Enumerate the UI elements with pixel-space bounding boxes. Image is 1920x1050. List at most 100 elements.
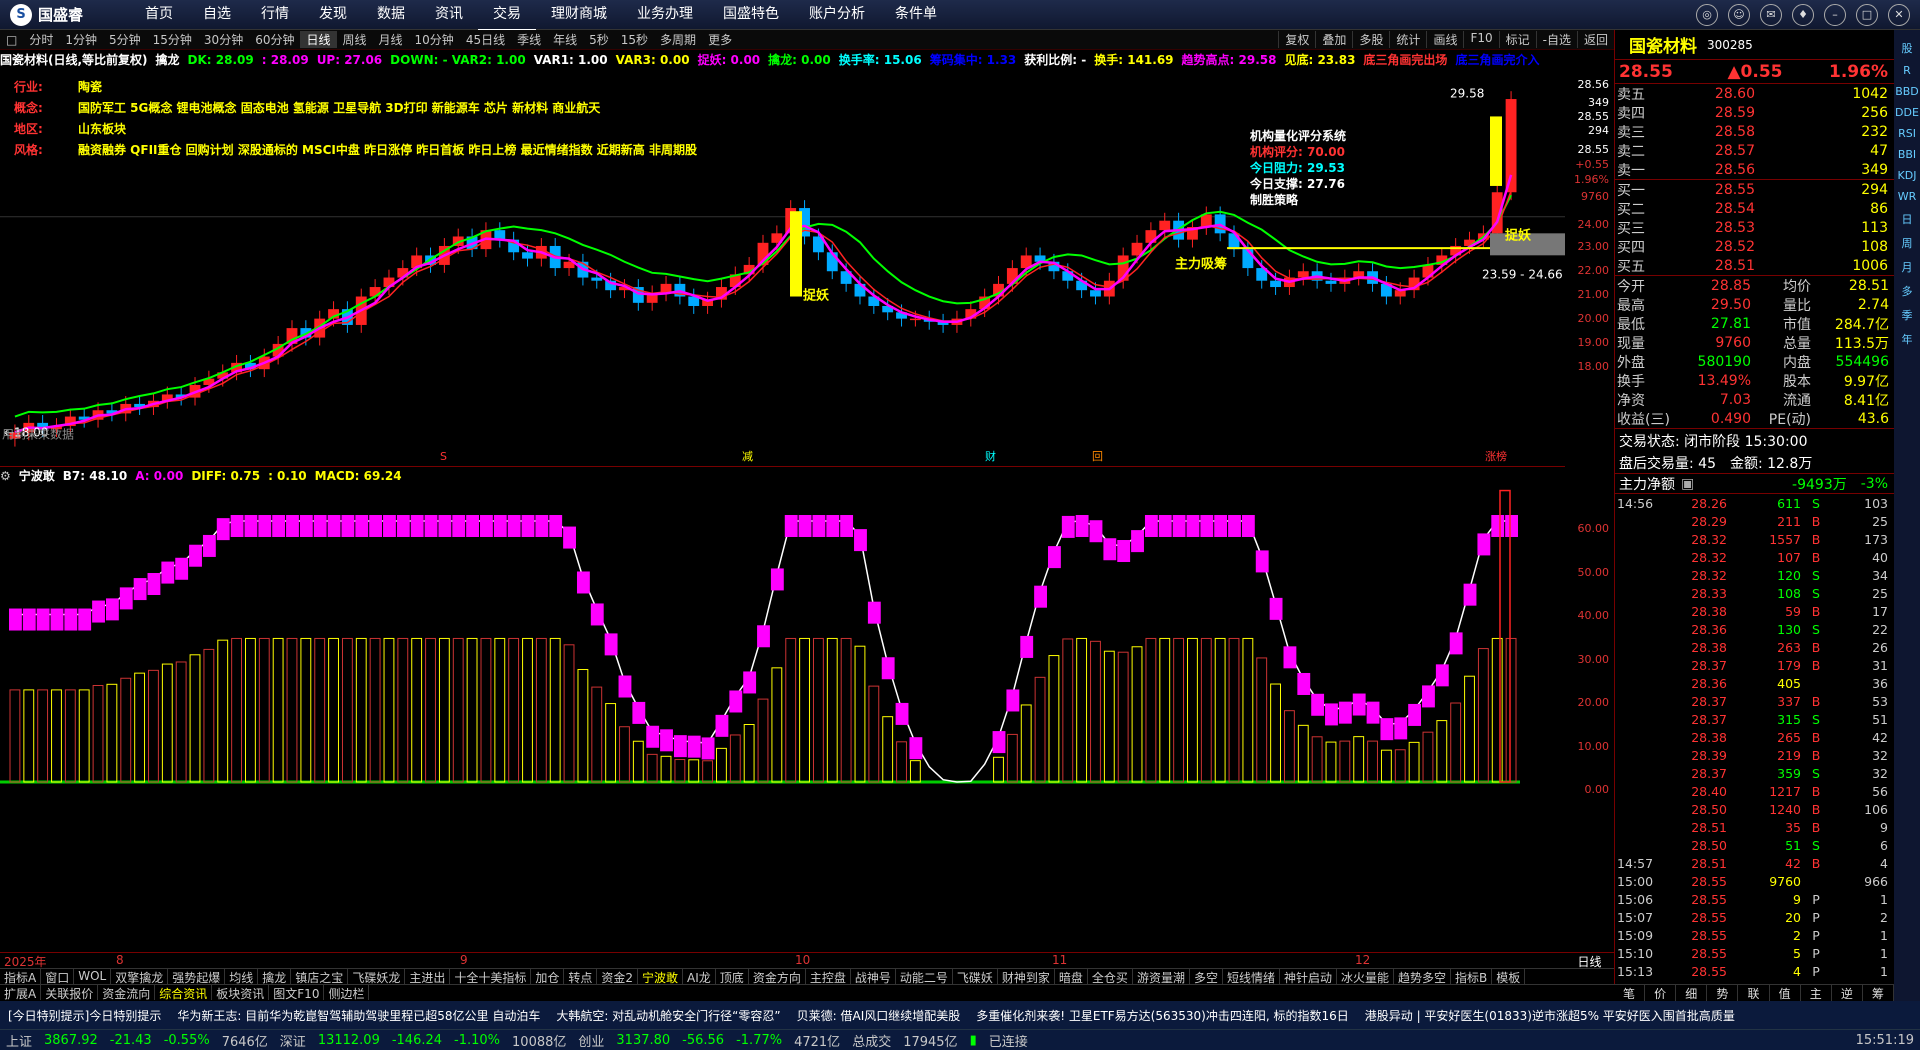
side-icon-10[interactable]: 月: [1902, 259, 1913, 275]
period-11[interactable]: 季线: [511, 31, 547, 48]
news-item-4[interactable]: 多重催化剂来袭! 卫星ETF易方达(563530)冲击四连阳, 标的指数16日: [968, 1007, 1357, 1024]
close-icon[interactable]: ✕: [1888, 3, 1910, 26]
side-icon-8[interactable]: 日: [1902, 211, 1913, 227]
extend-tab-6[interactable]: 侧边栏: [324, 985, 370, 1000]
period-12[interactable]: 年线: [547, 31, 583, 48]
side-icon-13[interactable]: 年: [1902, 331, 1913, 347]
indicator-tab-16[interactable]: 顶底: [716, 969, 749, 984]
indicator-tab-13[interactable]: 资金2: [597, 969, 639, 984]
toolbar-btn-4[interactable]: 画线: [1426, 31, 1463, 48]
side-icon-5[interactable]: BBI: [1898, 148, 1916, 161]
app-logo[interactable]: S 国盛睿: [0, 3, 130, 26]
indicator-tab-2[interactable]: WOL: [74, 969, 112, 984]
toolbar-btn-1[interactable]: 叠加: [1315, 31, 1352, 48]
quote-tab-8[interactable]: 筹: [1863, 985, 1894, 1001]
bid-row[interactable]: 买三 28.53 113: [1615, 218, 1894, 237]
period-2[interactable]: 5分钟: [103, 31, 147, 48]
candlestick-chart[interactable]: 29.58←18.0023.59 - 24.66捉妖捉妖主力吸筹用到未来数据机构…: [0, 68, 1565, 465]
side-icon-12[interactable]: 季: [1902, 307, 1913, 323]
indicator-tab-8[interactable]: 飞碟妖龙: [348, 969, 406, 984]
ask-row[interactable]: 卖三 28.58 232: [1615, 122, 1894, 141]
chat-icon[interactable]: ◎: [1696, 3, 1718, 26]
sub-indicator-chart[interactable]: [0, 482, 1565, 952]
indicator-tab-24[interactable]: 全仓买: [1088, 969, 1133, 984]
indicator-tab-0[interactable]: 指标A: [0, 969, 42, 984]
period-4[interactable]: 30分钟: [198, 31, 249, 48]
side-icon-0[interactable]: 股: [1902, 40, 1913, 56]
indicator-tab-28[interactable]: 神针启动: [1280, 969, 1337, 984]
period-0[interactable]: 分时: [23, 31, 59, 48]
event-mark-4[interactable]: 涨榜: [1485, 449, 1507, 463]
period-6[interactable]: 日线: [300, 31, 337, 48]
period-9[interactable]: 10分钟: [409, 31, 460, 48]
quote-tab-2[interactable]: 细: [1676, 985, 1708, 1001]
bid-row[interactable]: 买五 28.51 1006: [1615, 256, 1894, 275]
quote-tab-3[interactable]: 势: [1707, 985, 1739, 1001]
menu-item-0[interactable]: 首页: [130, 0, 188, 31]
indicator-tab-27[interactable]: 短线情绪: [1223, 969, 1280, 984]
extend-tab-5[interactable]: 图文F10: [269, 985, 325, 1000]
toolbar-btn-3[interactable]: 统计: [1389, 31, 1426, 48]
ask-row[interactable]: 卖四 28.59 256: [1615, 103, 1894, 122]
period-14[interactable]: 15秒: [615, 31, 654, 48]
news-item-3[interactable]: 贝莱德: 借AI风口继续增配美股: [789, 1007, 969, 1024]
quote-tab-0[interactable]: 笔: [1614, 985, 1646, 1001]
side-icon-6[interactable]: KDJ: [1898, 169, 1917, 182]
maximize-icon[interactable]: □: [1856, 3, 1878, 26]
indicator-tab-7[interactable]: 镇店之宝: [291, 969, 349, 984]
event-mark-2[interactable]: 财: [985, 449, 996, 463]
extend-tab-0[interactable]: 扩展A: [0, 985, 42, 1000]
indicator-tab-32[interactable]: 模板: [1492, 969, 1526, 984]
period-3[interactable]: 15分钟: [147, 31, 198, 48]
period-10[interactable]: 45日线: [460, 31, 511, 48]
menu-item-3[interactable]: 发现: [304, 0, 362, 31]
side-icon-11[interactable]: 多: [1902, 283, 1913, 299]
indicator-tab-5[interactable]: 均线: [225, 969, 259, 984]
indicator-tab-6[interactable]: 擒龙: [258, 969, 292, 984]
indicator-tab-23[interactable]: 暗盘: [1055, 969, 1088, 984]
indicator-tab-29[interactable]: 冰火量能: [1337, 969, 1395, 984]
menu-item-4[interactable]: 数据: [362, 0, 420, 31]
indicator-tab-9[interactable]: 主进出: [405, 969, 451, 984]
indicator-tab-15[interactable]: AI龙: [683, 969, 716, 984]
settings-icon[interactable]: ⚙: [0, 469, 11, 483]
quote-tab-1[interactable]: 价: [1645, 985, 1677, 1001]
toolbar-btn-5[interactable]: F10: [1463, 31, 1498, 48]
minimize-icon[interactable]: –: [1824, 3, 1846, 26]
user-icon[interactable]: ☺: [1728, 3, 1750, 26]
menu-item-10[interactable]: 账户分析: [794, 0, 880, 31]
menu-item-1[interactable]: 自选: [188, 0, 246, 31]
side-icon-3[interactable]: DDE: [1895, 106, 1919, 119]
tick-list[interactable]: 14:56 28.26 611 S 103 28.29 211 B 25 28.32 1557 B 17…: [1615, 494, 1894, 998]
extend-tab-4[interactable]: 板块资讯: [212, 985, 270, 1000]
ask-row[interactable]: 卖二 28.57 47: [1615, 141, 1894, 160]
extend-tab-3[interactable]: 综合资讯: [155, 985, 213, 1000]
menu-item-5[interactable]: 资讯: [420, 0, 478, 31]
indicator-tab-21[interactable]: 飞碟妖: [953, 969, 998, 984]
menu-item-9[interactable]: 国盛特色: [708, 0, 794, 31]
news-item-1[interactable]: 华为新王志: 目前华为乾崑智驾辅助驾驶里程已超58亿公里 自动泊车: [169, 1007, 548, 1024]
quote-tab-4[interactable]: 联: [1738, 985, 1770, 1001]
event-mark-3[interactable]: 回: [1092, 450, 1103, 463]
indicator-tab-31[interactable]: 指标B: [1451, 969, 1493, 984]
bid-row[interactable]: 买四 28.52 108: [1615, 237, 1894, 256]
indicator-tab-18[interactable]: 主控盘: [806, 969, 851, 984]
side-icon-2[interactable]: BBD: [1895, 85, 1919, 98]
menu-item-11[interactable]: 条件单: [880, 0, 952, 31]
ask-row[interactable]: 卖一 28.56 349: [1615, 160, 1894, 179]
toolbar-btn-8[interactable]: 返回: [1576, 31, 1614, 48]
indicator-tab-25[interactable]: 游资量潮: [1133, 969, 1190, 984]
indicator-tab-12[interactable]: 转点: [564, 969, 598, 984]
indicator-tab-22[interactable]: 财神到家: [998, 969, 1055, 984]
period-15[interactable]: 多周期: [654, 31, 702, 48]
menu-item-2[interactable]: 行情: [246, 0, 304, 31]
ask-row[interactable]: 卖五 28.60 1042: [1615, 84, 1894, 103]
toolbar-btn-7[interactable]: -自选: [1535, 31, 1577, 48]
indicator-tab-17[interactable]: 资金方向: [749, 969, 806, 984]
toolbar-btn-2[interactable]: 多股: [1352, 31, 1389, 48]
quote-tab-7[interactable]: 逆: [1832, 985, 1863, 1001]
indicator-tab-10[interactable]: 十全十美指标: [450, 969, 532, 984]
mail-icon[interactable]: ✉: [1760, 3, 1782, 26]
toolbar-btn-0[interactable]: 复权: [1278, 31, 1315, 48]
menu-item-6[interactable]: 交易: [478, 0, 536, 31]
